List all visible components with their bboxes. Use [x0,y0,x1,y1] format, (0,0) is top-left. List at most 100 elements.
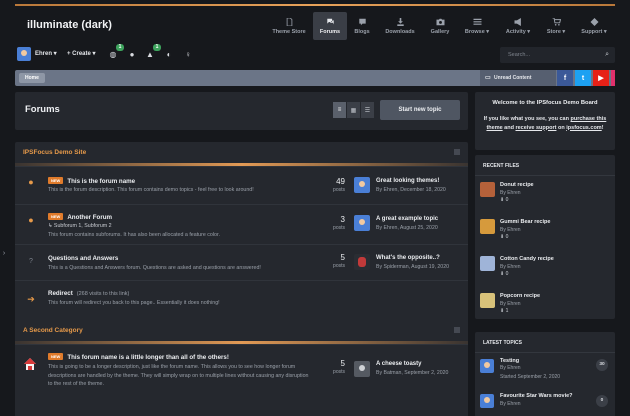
forum-title[interactable]: NEW This forum name is a little longer th… [48,353,229,361]
file-thumbnail[interactable] [480,293,495,308]
youtube-icon[interactable]: ▶ [593,70,609,86]
megaphone-icon [514,17,523,26]
page-title: Forums [25,104,60,115]
last-post-title[interactable]: Great looking themes! [376,178,439,184]
forum-title[interactable]: NEW This is the forum name [48,177,135,185]
forum-row[interactable]: ? Questions and Answers This is a Questi… [15,244,468,280]
nav-support[interactable]: Support ▾ [573,12,615,40]
last-poster-avatar[interactable] [354,254,370,270]
reports-badge: 1 [153,44,161,51]
file-title[interactable]: Gummi Bear recipe [500,219,550,225]
topic-author-avatar[interactable] [480,394,494,408]
view-grid-icon[interactable]: ▦ [347,102,360,118]
file-downloads: ⬇ 0 [500,197,509,203]
forum-title[interactable]: Redirect (268 visits to this link) [48,290,129,297]
search-input[interactable]: Search... ⌕ [500,47,615,63]
twitter-icon[interactable]: t [575,70,591,86]
file-downloads: ⬇ 0 [500,271,509,277]
file-title[interactable]: Cotton Candy recipe [500,256,554,262]
nav-forums[interactable]: Forums [313,12,347,40]
breadcrumb-bar: Home Unread Content f t ▶ [15,70,615,86]
sidebar-expand-arrow[interactable]: › [0,242,8,264]
instagram-icon[interactable] [611,70,615,86]
category-title[interactable]: A Second Category [23,327,83,334]
forum-title[interactable]: Questions and Answers [48,255,118,262]
file-author: By Ehren [500,190,521,196]
collapse-icon[interactable] [454,149,460,155]
nav-label: Theme Store [272,28,306,35]
unread-content-link[interactable]: Unread Content [480,70,556,86]
nav-blogs[interactable]: Blogs [347,12,377,40]
nav-store[interactable]: Store ▾ [539,12,573,40]
redirect-arrow-icon: ➔ [27,293,35,304]
category-ipsfocus-demo: IPSFocus Demo Site ● NEW This is the foru… [15,142,468,325]
notification-badge: 1 [116,44,124,51]
support-link[interactable]: receive support [515,125,556,131]
facebook-icon[interactable]: f [557,70,573,86]
create-menu[interactable]: + Create ▾ [67,50,96,57]
last-poster-avatar[interactable] [354,361,370,377]
file-author: By Ehren [500,301,521,307]
search-icon[interactable]: ⌕ [605,51,609,59]
last-post-title[interactable]: A cheese toasty [376,361,421,367]
start-new-topic-button[interactable]: Start new topic [380,100,460,120]
reply-count: 0 [596,395,608,407]
nav-downloads[interactable]: Downloads [377,12,423,40]
lightbulb-icon[interactable]: ♀ [183,49,193,59]
file-title[interactable]: Popcorn recipe [500,293,540,299]
welcome-text: If you like what you see, you can purcha… [483,116,607,131]
topic-author-avatar[interactable] [480,359,494,373]
file-thumbnail[interactable] [480,219,495,234]
subforum-links[interactable]: ↳ Subforum 1, Subforum 2 [48,223,112,229]
last-post-title[interactable]: What's the opposite..? [376,255,440,261]
forum-unread-icon: ● [28,215,34,225]
topic-author: By Ehren [500,401,521,407]
nav-gallery[interactable]: Gallery [423,12,457,40]
view-table-icon[interactable]: ≡ [333,102,346,118]
user-avatar[interactable] [17,47,31,61]
nav-label: Browse ▾ [464,28,490,35]
forum-row[interactable]: ● NEW This is the forum name This is the … [15,166,468,204]
breadcrumb-home[interactable]: Home [19,73,45,83]
new-badge: NEW [48,353,64,360]
site-header: illuminate (dark) Theme Store Forums Blo… [15,6,615,42]
file-downloads: ⬇ 1 [500,308,509,314]
last-poster-avatar[interactable] [354,215,370,231]
topic-title[interactable]: Favourite Star Wars movie? [500,393,573,399]
collapse-icon[interactable] [454,327,460,333]
topic-title[interactable]: Testing [500,358,519,364]
category-title[interactable]: IPSFocus Demo Site [23,149,86,156]
topic-author: By Ehren [500,365,521,371]
forum-row[interactable]: ➔ Redirect (268 visits to this link) This… [15,280,468,320]
user-menu[interactable]: Ehren ▾ [35,50,57,57]
file-title[interactable]: Donut recipe [500,182,534,188]
forum-title[interactable]: NEW Another Forum [48,213,112,221]
nav-label: Gallery [430,28,450,35]
forum-row[interactable]: NEW This forum name is a little longer th… [15,344,468,416]
file-thumbnail[interactable] [480,256,495,271]
help-icon [590,17,599,26]
nav-label: Downloads [385,28,415,35]
site-logo[interactable]: illuminate (dark) [27,19,112,31]
nav-browse[interactable]: Browse ▾ [457,12,497,40]
nav-label: Activity ▾ [505,28,531,35]
messages-icon[interactable]: ● [127,49,137,59]
ipsfocus-link[interactable]: ipsfocus.com [566,125,601,131]
cart-icon [552,17,561,26]
file-thumbnail[interactable] [480,182,495,197]
forum-row[interactable]: ● NEW Another Forum ↳ Subforum 1, Subforu… [15,204,468,244]
main-nav: Theme Store Forums Blogs Downloads Galle… [265,12,615,40]
camera-icon [436,18,445,26]
last-poster-avatar[interactable] [354,177,370,193]
theme-toggle-icon[interactable]: ◐ [164,49,174,59]
nav-theme-store[interactable]: Theme Store [265,12,313,40]
nav-activity[interactable]: Activity ▾ [497,12,539,40]
last-post-meta: By Ehren, August 25, 2020 [376,225,438,231]
last-post-meta: By Batman, September 2, 2020 [376,370,449,376]
view-list-icon[interactable]: ☰ [361,102,374,118]
last-post-title[interactable]: A great example topic [376,216,438,222]
forum-description: This forum contains subforums. It has al… [48,232,220,238]
file-downloads: ⬇ 0 [500,234,509,240]
forum-unread-icon: ● [28,177,34,187]
last-post-meta: By Spiderman, August 19, 2020 [376,264,449,270]
